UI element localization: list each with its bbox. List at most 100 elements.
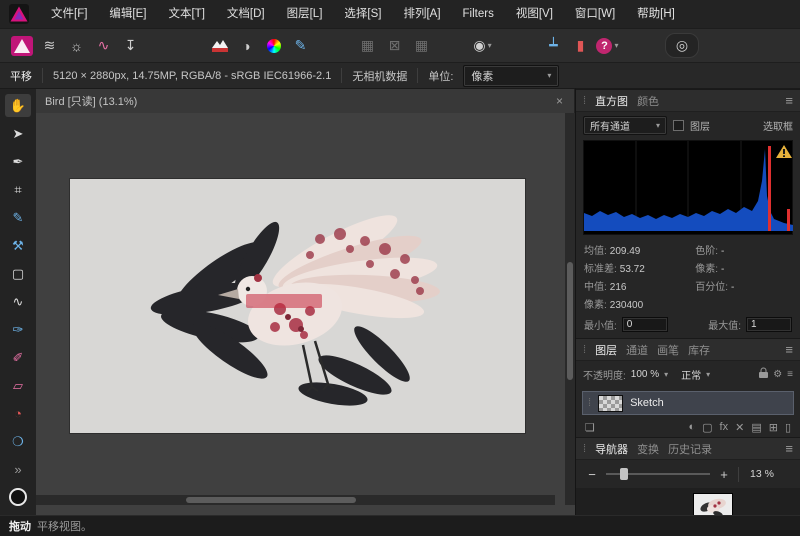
tab-history[interactable]: 历史记录 bbox=[668, 441, 712, 457]
zoom-slider[interactable] bbox=[606, 467, 710, 481]
more-tools-button[interactable]: » bbox=[5, 458, 31, 481]
add-layer-icon[interactable]: ⊞ bbox=[769, 421, 778, 434]
panel-grip-icon[interactable]: ⁞ bbox=[583, 95, 586, 107]
max-input[interactable]: 1 bbox=[746, 317, 792, 332]
develop-persona-button[interactable]: ≋ bbox=[36, 33, 63, 58]
blend-mode-dropdown[interactable]: 正常 bbox=[681, 367, 701, 382]
separator bbox=[42, 68, 43, 83]
dodge-icon: ◔ bbox=[14, 406, 22, 421]
layer-thumbnail[interactable] bbox=[598, 395, 623, 412]
mask-icon[interactable]: ▢ bbox=[702, 421, 712, 434]
auto-white-balance-button[interactable]: ✎ bbox=[287, 33, 314, 58]
dodge-burn-tool[interactable]: ◔ bbox=[5, 402, 31, 425]
zoom-in-button[interactable]: + bbox=[717, 467, 731, 482]
repair-tool[interactable]: ⚒ bbox=[5, 234, 31, 257]
menu-layer[interactable]: 图层[L] bbox=[276, 0, 334, 28]
color-swatch[interactable] bbox=[9, 488, 27, 506]
snapping-button-1[interactable]: ▦ bbox=[354, 33, 381, 58]
horizontal-scrollbar[interactable] bbox=[36, 495, 555, 505]
horizontal-scrollbar-thumb[interactable] bbox=[186, 497, 356, 503]
panel-menu-icon[interactable]: ≡ bbox=[785, 342, 793, 357]
layer-checkbox[interactable] bbox=[673, 120, 684, 131]
menu-select[interactable]: 选择[S] bbox=[333, 0, 392, 28]
trash-icon[interactable]: ▯ bbox=[785, 421, 791, 434]
canvas-viewport[interactable] bbox=[36, 113, 565, 505]
proof-button[interactable]: ▮ bbox=[567, 33, 594, 58]
document-tab[interactable]: Bird [只读] (13.1%) × bbox=[36, 89, 575, 113]
menu-help[interactable]: 帮助[H] bbox=[626, 0, 686, 28]
tab-color[interactable]: 颜色 bbox=[637, 93, 659, 109]
eraser-icon: ▱ bbox=[13, 378, 23, 394]
context-toolbar: 平移 5120 × 2880px, 14.75MP, RGBA/8 - sRGB… bbox=[0, 62, 800, 88]
menu-view[interactable]: 视图[V] bbox=[505, 0, 564, 28]
move-tool[interactable]: ➤ bbox=[5, 122, 31, 145]
vertical-scrollbar-thumb[interactable] bbox=[567, 262, 573, 380]
vector-pen-tool[interactable]: ✑ bbox=[5, 318, 31, 341]
auto-colour-button[interactable] bbox=[260, 33, 287, 58]
menu-window[interactable]: 窗口[W] bbox=[564, 0, 626, 28]
opacity-value[interactable]: 100 % bbox=[631, 369, 659, 380]
freehand-select-tool[interactable]: ∿ bbox=[5, 290, 31, 313]
group-icon[interactable]: ▤ bbox=[751, 421, 761, 434]
photo-persona-icon bbox=[10, 35, 34, 57]
close-icon[interactable]: × bbox=[554, 94, 565, 108]
view-hand-tool[interactable]: ✋ bbox=[5, 94, 31, 117]
quick-help-button[interactable]: ? ▾ bbox=[594, 33, 621, 58]
assistant-icon: ◉ bbox=[473, 37, 485, 54]
paint-brush-tool[interactable]: ✐ bbox=[5, 346, 31, 369]
export-persona-button[interactable]: ↧ bbox=[117, 33, 144, 58]
menu-text[interactable]: 文本[T] bbox=[157, 0, 215, 28]
gear-icon[interactable]: ⚙ bbox=[773, 369, 782, 380]
navigator-preview[interactable] bbox=[576, 488, 800, 515]
fx-icon[interactable]: fx bbox=[720, 421, 729, 433]
tab-layers[interactable]: 图层 bbox=[595, 342, 617, 358]
channel-dropdown[interactable]: 所有通道 ▾ bbox=[583, 116, 667, 135]
crop-tool[interactable]: ⌗ bbox=[5, 178, 31, 201]
blur-tool[interactable]: ❍ bbox=[5, 430, 31, 453]
unit-dropdown[interactable]: 像素 ▾ bbox=[463, 65, 559, 87]
tab-navigator[interactable]: 导航器 bbox=[595, 441, 628, 457]
panel-menu-icon[interactable]: ≡ bbox=[787, 369, 793, 380]
tab-transform[interactable]: 变换 bbox=[637, 441, 659, 457]
panel-grip-icon[interactable]: ⁞ bbox=[583, 344, 586, 356]
snapping-button-2[interactable]: ⊠ bbox=[381, 33, 408, 58]
auto-levels-button[interactable] bbox=[206, 33, 233, 58]
zoom-out-button[interactable]: − bbox=[585, 467, 599, 482]
tab-stock[interactable]: 库存 bbox=[688, 342, 710, 358]
toolbar-extra-button[interactable]: ◎ bbox=[665, 33, 699, 58]
menu-arrange[interactable]: 排列[A] bbox=[392, 0, 451, 28]
menu-document[interactable]: 文档[D] bbox=[216, 0, 276, 28]
marquee-select-tool[interactable]: ▢ bbox=[5, 262, 31, 285]
eraser-tool[interactable]: ▱ bbox=[5, 374, 31, 397]
panel-menu-icon[interactable]: ≡ bbox=[785, 93, 793, 108]
snapping-button-3[interactable]: ▦ bbox=[408, 33, 435, 58]
min-input[interactable]: 0 bbox=[622, 317, 668, 332]
duplicate-layer-icon[interactable]: ❏ bbox=[585, 421, 595, 434]
auto-contrast-button[interactable]: ◑ bbox=[233, 33, 260, 58]
menu-file[interactable]: 文件[F] bbox=[40, 0, 98, 28]
adjustment-icon[interactable]: ◐ bbox=[688, 421, 695, 433]
panel-grip-icon[interactable]: ⁞ bbox=[583, 443, 586, 455]
color-picker-tool[interactable]: ✒ bbox=[5, 150, 31, 173]
tone-mapping-persona-button[interactable]: ☼ bbox=[63, 33, 90, 58]
layer-name[interactable]: Sketch bbox=[630, 397, 664, 409]
photo-persona-button[interactable] bbox=[8, 33, 36, 58]
navigator-zoom-row: − + 13 % bbox=[576, 460, 800, 488]
remove-fx-icon[interactable]: ✕ bbox=[735, 421, 744, 434]
zoom-slider-knob[interactable] bbox=[620, 468, 628, 480]
menu-filters[interactable]: Filters bbox=[452, 0, 505, 28]
assistant-button[interactable]: ◉ ▾ bbox=[469, 33, 496, 58]
vertical-scrollbar[interactable] bbox=[565, 113, 575, 505]
panel-menu-icon[interactable]: ≡ bbox=[785, 441, 793, 456]
menu-edit[interactable]: 编辑[E] bbox=[98, 0, 157, 28]
tab-channels[interactable]: 通道 bbox=[626, 342, 648, 358]
lock-icon[interactable] bbox=[759, 367, 768, 381]
zoom-value[interactable]: 13 % bbox=[750, 468, 774, 480]
liquify-persona-button[interactable]: ∿ bbox=[90, 33, 117, 58]
tab-histogram[interactable]: 直方图 bbox=[595, 93, 628, 109]
tab-brushes[interactable]: 画笔 bbox=[657, 342, 679, 358]
layer-row-sketch[interactable]: ⁞ Sketch bbox=[582, 391, 794, 415]
pen-tool[interactable]: ✎ bbox=[5, 206, 31, 229]
rulers-button[interactable]: ┷ bbox=[540, 33, 567, 58]
marquee-label[interactable]: 选取框 bbox=[763, 118, 793, 133]
